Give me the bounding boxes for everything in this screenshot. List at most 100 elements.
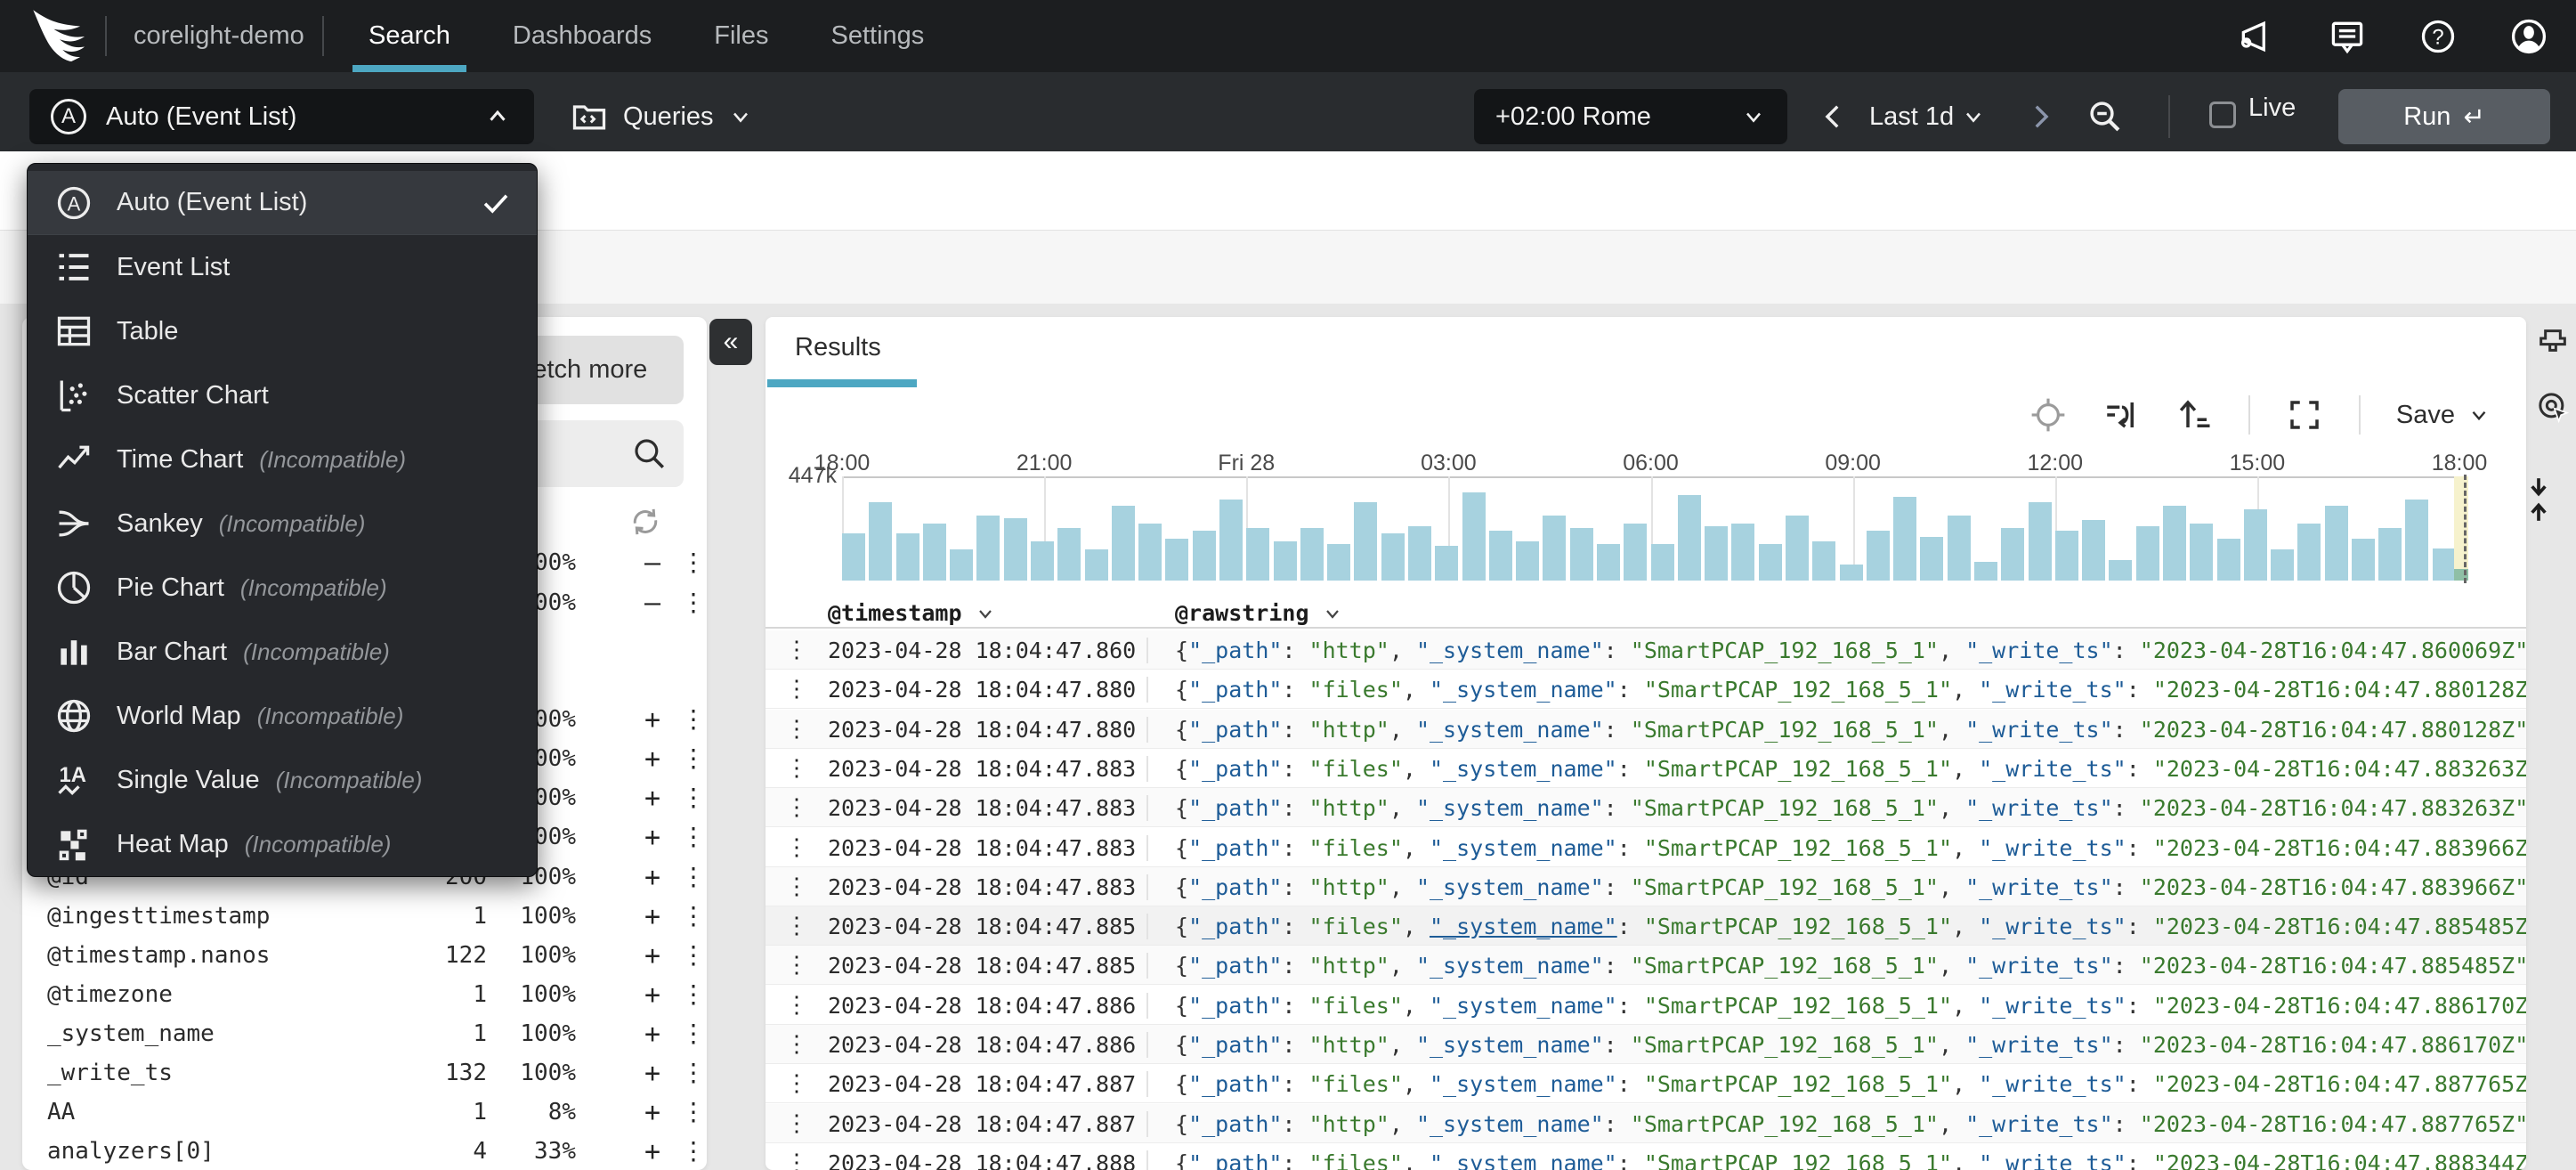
histogram-bar[interactable] [1192, 531, 1216, 581]
event-row[interactable]: ⋮ 2023-04-28 18:04:47.886 {"_path": "fil… [766, 986, 2526, 1025]
field-menu-button[interactable]: ⋮ [681, 822, 706, 851]
field-row-analyzers-0[interactable]: analyzers[0] 4 33% + ⋮ [22, 1132, 707, 1170]
histogram-bar[interactable] [1677, 495, 1701, 581]
event-row[interactable]: ⋮ 2023-04-28 18:04:47.885 {"_path": "fil… [766, 906, 2526, 947]
field-row-timestamp-nanos[interactable]: @timestamp.nanos 122 100% + ⋮ [22, 936, 707, 975]
histogram-bar[interactable] [2378, 528, 2402, 581]
sort-ascending-icon[interactable] [2175, 396, 2213, 434]
event-row[interactable]: ⋮ 2023-04-28 18:04:47.888 {"_path": "fil… [766, 1143, 2526, 1170]
field-row-ingesttimestamp[interactable]: @ingesttimestamp 1 100% + ⋮ [22, 897, 707, 936]
event-row[interactable]: ⋮ 2023-04-28 18:04:47.880 {"_path": "fil… [766, 670, 2526, 710]
nav-dashboards[interactable]: Dashboards [507, 0, 657, 72]
histogram-bar[interactable] [1947, 516, 1971, 581]
row-menu-button[interactable]: ⋮ [785, 1031, 808, 1058]
event-row[interactable]: ⋮ 2023-04-28 18:04:47.883 {"_path": "htt… [766, 788, 2526, 828]
field-menu-button[interactable]: ⋮ [681, 979, 706, 1009]
tab-results[interactable]: Results [795, 333, 881, 362]
histogram-bar[interactable] [1731, 524, 1755, 581]
histogram-bar[interactable] [2082, 520, 2105, 581]
histogram-bar[interactable] [1165, 539, 1189, 581]
histogram-bar[interactable] [1543, 516, 1567, 581]
field-row-aa[interactable]: AA 1 8% + ⋮ [22, 1093, 707, 1132]
add-field-button[interactable]: + [636, 1058, 668, 1089]
zoom-out-icon[interactable] [2083, 89, 2127, 144]
histogram-bar[interactable] [1057, 528, 1081, 581]
row-menu-button[interactable]: ⋮ [785, 794, 808, 821]
row-menu-button[interactable]: ⋮ [785, 1150, 808, 1170]
feedback-icon[interactable] [2327, 16, 2368, 57]
histogram-bar[interactable] [1408, 526, 1431, 581]
view-option-pie-chart[interactable]: Pie Chart (Incompatible) [28, 556, 537, 620]
field-menu-button[interactable]: ⋮ [681, 783, 706, 812]
histogram-bar[interactable] [1381, 533, 1405, 581]
field-menu-button[interactable]: ⋮ [681, 1136, 706, 1166]
view-option-scatter-chart[interactable]: Scatter Chart [28, 363, 537, 427]
help-icon[interactable]: ? [2418, 16, 2459, 57]
histogram-bar[interactable] [1327, 544, 1351, 581]
view-option-table[interactable]: Table [28, 299, 537, 363]
add-field-button[interactable]: + [636, 901, 668, 932]
row-menu-button[interactable]: ⋮ [785, 676, 808, 703]
histogram-bar[interactable] [1812, 541, 1836, 581]
histogram-bar[interactable] [1920, 537, 1944, 581]
row-menu-button[interactable]: ⋮ [785, 716, 808, 743]
event-row[interactable]: ⋮ 2023-04-28 18:04:47.887 {"_path": "htt… [766, 1103, 2526, 1143]
nav-settings[interactable]: Settings [826, 0, 930, 72]
histogram-bar[interactable] [2297, 524, 2321, 581]
field-menu-button[interactable]: ⋮ [681, 862, 706, 891]
histogram-bar[interactable] [2324, 506, 2348, 581]
add-field-button[interactable]: + [636, 1097, 668, 1128]
formatting-brush-icon[interactable] [2535, 325, 2571, 361]
field-menu-button[interactable]: ⋮ [681, 901, 706, 930]
column-header-rawstring[interactable]: @rawstring [1175, 600, 1343, 626]
histogram-bar[interactable] [1758, 544, 1782, 581]
histogram-bar[interactable] [1516, 541, 1540, 581]
field-menu-button[interactable]: ⋮ [681, 743, 706, 773]
row-menu-button[interactable]: ⋮ [785, 992, 808, 1019]
add-field-button[interactable]: + [636, 1136, 668, 1167]
event-row[interactable]: ⋮ 2023-04-28 18:04:47.883 {"_path": "fil… [766, 828, 2526, 867]
row-menu-button[interactable]: ⋮ [785, 873, 808, 900]
fullscreen-icon[interactable] [2286, 396, 2323, 434]
save-button[interactable]: Save [2396, 401, 2491, 430]
view-option-heat-map[interactable]: Heat Map (Incompatible) [28, 812, 537, 876]
add-field-button[interactable]: + [636, 743, 668, 775]
field-menu-button[interactable]: ⋮ [681, 1097, 706, 1126]
histogram-bar[interactable] [842, 533, 865, 581]
histogram-bar[interactable] [1462, 492, 1486, 581]
histogram-bar[interactable] [1084, 549, 1108, 581]
timezone-select[interactable]: +02:00 Rome [1474, 89, 1787, 144]
histogram-bar[interactable] [2190, 524, 2214, 581]
histogram-bar[interactable] [2135, 526, 2159, 581]
run-button[interactable]: Run ↵ [2338, 89, 2550, 144]
histogram-bar[interactable] [2243, 509, 2267, 581]
view-selector-button[interactable]: A Auto (Event List) [29, 89, 534, 144]
field-menu-button[interactable]: ⋮ [681, 1019, 706, 1048]
add-field-button[interactable]: + [636, 1019, 668, 1050]
histogram-bar[interactable] [1219, 500, 1243, 581]
histogram-bar[interactable] [1003, 518, 1027, 581]
row-menu-button[interactable]: ⋮ [785, 1070, 808, 1097]
histogram-bar[interactable] [1111, 506, 1135, 581]
view-option-bar-chart[interactable]: Bar Chart (Incompatible) [28, 620, 537, 684]
histogram-bar[interactable] [1624, 524, 1648, 581]
histogram-bar[interactable] [1435, 546, 1459, 581]
row-menu-button[interactable]: ⋮ [785, 755, 808, 782]
refresh-icon[interactable] [628, 504, 663, 540]
live-checkbox[interactable] [2209, 102, 2236, 128]
event-row[interactable]: ⋮ 2023-04-28 18:04:47.883 {"_path": "fil… [766, 749, 2526, 788]
histogram-bar[interactable] [1705, 526, 1729, 581]
repository-name[interactable]: corelight-demo [134, 0, 304, 72]
field-menu-button[interactable]: ⋮ [681, 588, 706, 617]
view-option-time-chart[interactable]: Time Chart (Incompatible) [28, 427, 537, 492]
histogram-bar[interactable] [976, 516, 1000, 581]
event-row[interactable]: ⋮ 2023-04-28 18:04:47.880 {"_path": "htt… [766, 709, 2526, 749]
histogram-bar[interactable] [1031, 541, 1054, 581]
view-option-event-list[interactable]: Event List [28, 235, 537, 299]
remove-field-button[interactable]: — [636, 548, 668, 579]
histogram-bar[interactable] [2109, 560, 2133, 581]
histogram-bar[interactable] [1866, 531, 1890, 581]
event-row[interactable]: ⋮ 2023-04-28 18:04:47.860 {"_path": "htt… [766, 630, 2526, 670]
field-name[interactable]: _write_ts [47, 1060, 173, 1086]
wrap-lines-icon[interactable] [2102, 396, 2140, 434]
